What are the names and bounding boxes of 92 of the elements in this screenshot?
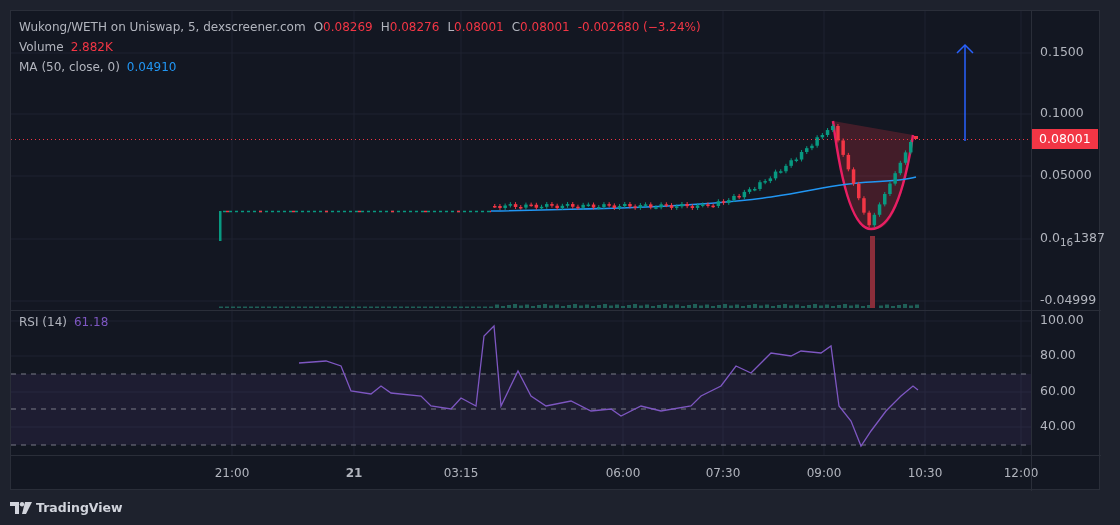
- time-label: 06:00: [605, 466, 641, 480]
- axis-label: 0.05000: [1040, 167, 1092, 183]
- time-label: 07:30: [705, 466, 741, 480]
- volume-bar: [759, 305, 763, 308]
- axis-label: 0.1000: [1040, 105, 1084, 121]
- volume-bar: [507, 305, 511, 308]
- volume-bar: [675, 304, 679, 308]
- volume-bar: [735, 304, 739, 308]
- volume-bar: [843, 304, 847, 308]
- volume-bar: [747, 305, 751, 308]
- volume-bar: [519, 305, 523, 308]
- logo-icon: [10, 501, 32, 514]
- axis-label: 0.0$_{16}$1387: [1040, 230, 1105, 250]
- volume-bar: [909, 305, 913, 308]
- volume-bar: [879, 305, 883, 308]
- chart-title: Wukong/WETH on Uniswap, 5, dexscreener.com: [19, 19, 306, 36]
- ohlc-value: 0.08001: [454, 19, 504, 36]
- indicator-label: MA (50, close, 0): [19, 59, 120, 76]
- volume-bar: [525, 304, 529, 308]
- volume-bar: [543, 304, 547, 308]
- volume-bar: [567, 305, 571, 308]
- volume-bar: [597, 305, 601, 308]
- volume-bar: [903, 304, 907, 308]
- indicator-label: Volume: [19, 39, 64, 56]
- volume-bar: [789, 305, 793, 308]
- volume-bar: [585, 304, 589, 308]
- brand-name[interactable]: TradingView: [36, 500, 123, 515]
- volume-bar: [609, 305, 613, 308]
- ohlc-value: 0.08001: [520, 19, 570, 36]
- axis-label: -0.04999: [1040, 292, 1097, 308]
- volume-bar: [633, 304, 637, 308]
- volume-bar: [573, 304, 577, 308]
- time-label: 09:00: [806, 466, 842, 480]
- volume-bar: [645, 304, 649, 308]
- volume-bar: [729, 305, 733, 308]
- indicator-value: 61.18: [73, 315, 109, 329]
- axis-label: 0.1500: [1040, 44, 1084, 60]
- indicator-value: 2.882K: [70, 39, 113, 56]
- ohlc-label: L: [447, 19, 455, 36]
- axis-label: 100.00: [1040, 312, 1084, 328]
- volume-bar: [687, 305, 691, 308]
- axis-label: 40.00: [1040, 418, 1076, 434]
- volume-bar: [579, 305, 583, 308]
- volume-bar: [819, 305, 823, 308]
- time-label: 21:00: [214, 466, 250, 480]
- volume-bar: [495, 304, 499, 308]
- axis-label: 80.00: [1040, 347, 1076, 363]
- volume-bar: [549, 305, 553, 308]
- volume-bar: [699, 305, 703, 308]
- volume-bar: [897, 305, 901, 308]
- ohlc-value: 0.08269: [323, 19, 373, 36]
- volume-bar: [807, 305, 811, 308]
- volume-bar: [537, 305, 541, 308]
- volume-bar: [837, 305, 841, 308]
- volume-bar: [663, 304, 667, 308]
- volume-bar: [705, 304, 709, 308]
- volume-bar: [885, 304, 889, 308]
- volume-bar: [627, 305, 631, 308]
- time-label: 10:30: [907, 466, 943, 480]
- volume-bar: [639, 305, 643, 308]
- volume-bar: [693, 304, 697, 308]
- last-price-badge: 0.08001: [1032, 129, 1098, 149]
- ohlc-label: C: [511, 19, 521, 36]
- volume-bar: [915, 304, 919, 308]
- volume-bar: [825, 304, 829, 308]
- volume-bar: [555, 304, 559, 308]
- time-label: 21: [345, 466, 363, 480]
- ohlc-value: 0.08276: [389, 19, 440, 36]
- volume-bar: [615, 304, 619, 308]
- ohlc-label: H: [380, 19, 390, 36]
- volume-bar: [753, 304, 757, 308]
- volume-bar: [717, 305, 721, 308]
- volume-bar: [765, 304, 769, 308]
- volume-bar: [813, 304, 817, 308]
- time-label: 03:15: [443, 466, 479, 480]
- indicator-value: 0.04910: [126, 59, 177, 76]
- volume-bar: [795, 304, 799, 308]
- volume-bar: [603, 304, 607, 308]
- volume-bar: [777, 305, 781, 308]
- volume-bar: [783, 304, 787, 308]
- time-label: 12:00: [1003, 466, 1039, 480]
- volume-bar: [855, 304, 859, 308]
- volume-bar: [669, 305, 673, 308]
- volume-bar: [849, 305, 853, 308]
- volume-bar: [657, 305, 661, 308]
- volume-bar: [513, 304, 517, 308]
- price-change: -0.002680 (−3.24%): [577, 19, 701, 36]
- candle: [219, 211, 222, 241]
- axis-label: 60.00: [1040, 383, 1076, 399]
- volume-bar: [723, 304, 727, 308]
- ohlc-label: O: [313, 19, 324, 36]
- indicator-label: RSI (14): [19, 315, 67, 329]
